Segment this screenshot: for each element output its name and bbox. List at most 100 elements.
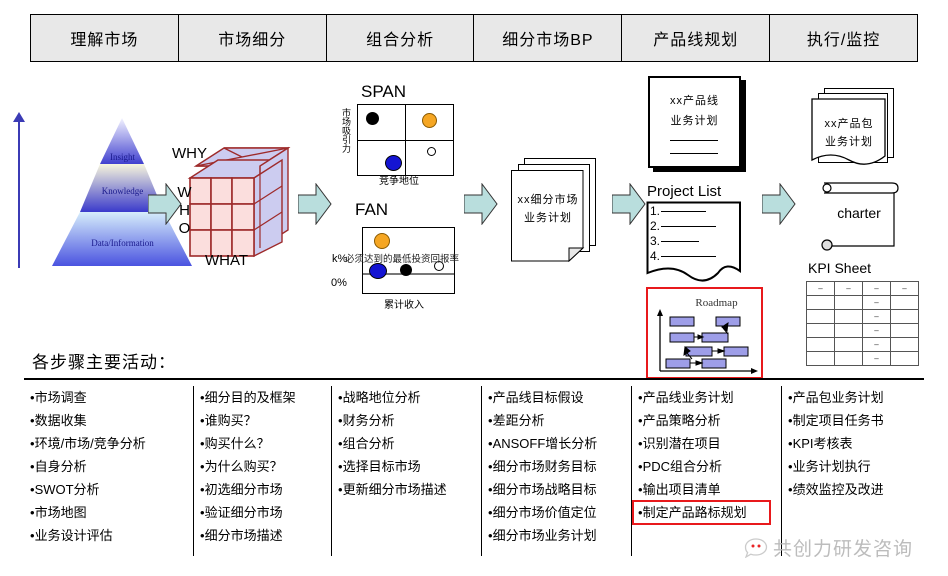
activity-item: •产品线业务计划	[638, 390, 734, 405]
activity-item: •细分市场财务目标	[488, 459, 597, 474]
activity-item: •细分市场价值定位	[488, 505, 597, 520]
roadmap-box: Roadmap	[646, 287, 763, 379]
kpi-cell: –	[862, 323, 891, 338]
fan-dot-black	[400, 264, 412, 276]
activity-item: •细分市场战略目标	[488, 482, 597, 497]
kpi-row: –	[806, 337, 919, 352]
span-dot-blue	[385, 155, 402, 171]
span-y-axis-label: 市场吸引力	[341, 108, 351, 153]
segment-bp-line2: 业务计划	[524, 212, 572, 224]
span-horizontal-divider	[358, 140, 453, 141]
kpi-cell	[834, 309, 863, 324]
activity-item: •业务计划执行	[788, 459, 871, 474]
cube-label-why: WHY	[172, 145, 207, 162]
activities-column-2: •战略地位分析 •财务分析 •组合分析 •选择目标市场 •更新细分市场描述	[332, 386, 482, 556]
span-dot-black	[366, 112, 379, 125]
span-chart	[357, 104, 454, 176]
span-dot-orange	[422, 113, 437, 128]
phase-bar: 理解市场 市场细分 组合分析 细分市场BP 产品线规划 执行/监控	[30, 14, 918, 62]
segment-bp-line1: xx细分市场	[517, 194, 579, 206]
phase-cell-1[interactable]: 市场细分	[179, 15, 327, 61]
kpi-cell	[834, 337, 863, 352]
kpi-cell: –	[862, 295, 891, 310]
project-item-3: 4.	[650, 249, 717, 264]
project-item-2: 3.	[650, 234, 716, 249]
activity-item: •为什么购买？	[200, 459, 283, 474]
fan-y-label-zero: 0%	[331, 277, 347, 289]
project-item-0: 1.	[650, 204, 716, 219]
phase-cell-2[interactable]: 组合分析	[327, 15, 475, 61]
activity-item: •差距分析	[488, 413, 545, 428]
fan-chart-title: FAN	[355, 200, 389, 219]
kpi-row: –	[806, 309, 919, 324]
phase-cell-0[interactable]: 理解市场	[31, 15, 179, 61]
span-chart-title: SPAN	[361, 82, 407, 101]
product-line-bp-rule-1	[670, 140, 718, 141]
activity-item: •财务分析	[338, 413, 395, 428]
cube-label-who: WHO	[176, 184, 193, 238]
product-line-bp-line1: xx产品线	[670, 95, 719, 107]
pyramid-axis	[18, 118, 20, 268]
activity-item: •市场调查	[30, 390, 87, 405]
activity-item: •细分市场描述	[200, 528, 283, 543]
product-line-bp-line2: 业务计划	[670, 115, 719, 127]
cube-label-what: WHAT	[205, 252, 249, 269]
project-list-items: 1. 2. 3. 4.	[650, 204, 717, 264]
activities-column-3: •产品线目标假设 •差距分析 •ANSOFF增长分析 •细分市场财务目标 •细分…	[482, 386, 632, 556]
kpi-cell: –	[890, 281, 919, 296]
activities-column-5: •产品包业务计划 •制定项目任务书 •KPI考核表 •业务计划执行 •绩效监控及…	[782, 386, 926, 556]
product-pack-line2: 业务计划	[825, 136, 873, 148]
kpi-row-header: – – – –	[806, 281, 919, 296]
activities-column-0: •市场调查 •数据收集 •环境/市场/竞争分析 •自身分析 •SWOT分析 •市…	[24, 386, 194, 556]
activities-divider	[24, 378, 924, 380]
activity-item: •细分目的及框架	[200, 390, 296, 405]
fan-x-axis-label: 累计收入	[384, 300, 424, 311]
activity-item: •战略地位分析	[338, 390, 421, 405]
kpi-sheet-table: – – – – – – – – –	[806, 281, 919, 366]
activity-item: •选择目标市场	[338, 459, 421, 474]
activity-item: •绩效监控及改进	[788, 482, 884, 497]
kpi-cell	[806, 351, 835, 366]
activity-item: •数据收集	[30, 413, 87, 428]
activity-item: •初选细分市场	[200, 482, 283, 497]
kpi-cell	[890, 337, 919, 352]
kpi-cell	[806, 295, 835, 310]
phase-cell-3[interactable]: 细分市场BP	[474, 15, 623, 61]
fan-dot-blue	[369, 263, 387, 279]
activity-item: •自身分析	[30, 459, 87, 474]
kpi-cell	[890, 323, 919, 338]
activity-item: •细分市场业务计划	[488, 528, 597, 543]
product-line-bp-rule-2	[670, 153, 718, 154]
span-x-axis-label: 竞争地位	[379, 176, 419, 187]
flow-arrow-2-icon	[298, 183, 332, 225]
activities-title: 各步骤主要活动：	[32, 353, 176, 372]
activity-item: •产品包业务计划	[788, 390, 884, 405]
watermark: 共创力研发咨询	[744, 534, 913, 561]
kpi-cell	[806, 323, 835, 338]
kpi-cell	[890, 351, 919, 366]
roadmap-activity-highlight	[632, 500, 771, 525]
activities-columns: •市场调查 •数据收集 •环境/市场/竞争分析 •自身分析 •SWOT分析 •市…	[24, 386, 926, 556]
roadmap-title: Roadmap	[695, 297, 738, 309]
activity-item: •ANSOFF增长分析	[488, 436, 598, 451]
kpi-row: –	[806, 323, 919, 338]
project-list-title: Project List	[647, 183, 722, 200]
flow-arrow-5-icon	[762, 183, 796, 225]
kpi-cell	[834, 323, 863, 338]
kpi-cell: –	[862, 337, 891, 352]
kpi-row: –	[806, 351, 919, 366]
kpi-cell: –	[806, 281, 835, 296]
chat-bubble-face-icon	[744, 537, 768, 558]
activity-item: •产品策略分析	[638, 413, 721, 428]
phase-cell-5[interactable]: 执行/监控	[770, 15, 917, 61]
activity-item: •KPI考核表	[788, 436, 853, 451]
kpi-cell: –	[862, 281, 891, 296]
activity-item: •SWOT分析	[30, 482, 100, 497]
watermark-text: 共创力研发咨询	[773, 539, 914, 560]
activity-item: •产品线目标假设	[488, 390, 584, 405]
activity-item: •制定项目任务书	[788, 413, 884, 428]
kpi-cell: –	[862, 309, 891, 324]
flow-arrow-3-icon	[464, 183, 498, 225]
phase-cell-4[interactable]: 产品线规划	[622, 15, 771, 61]
fan-dot-orange	[374, 233, 390, 249]
